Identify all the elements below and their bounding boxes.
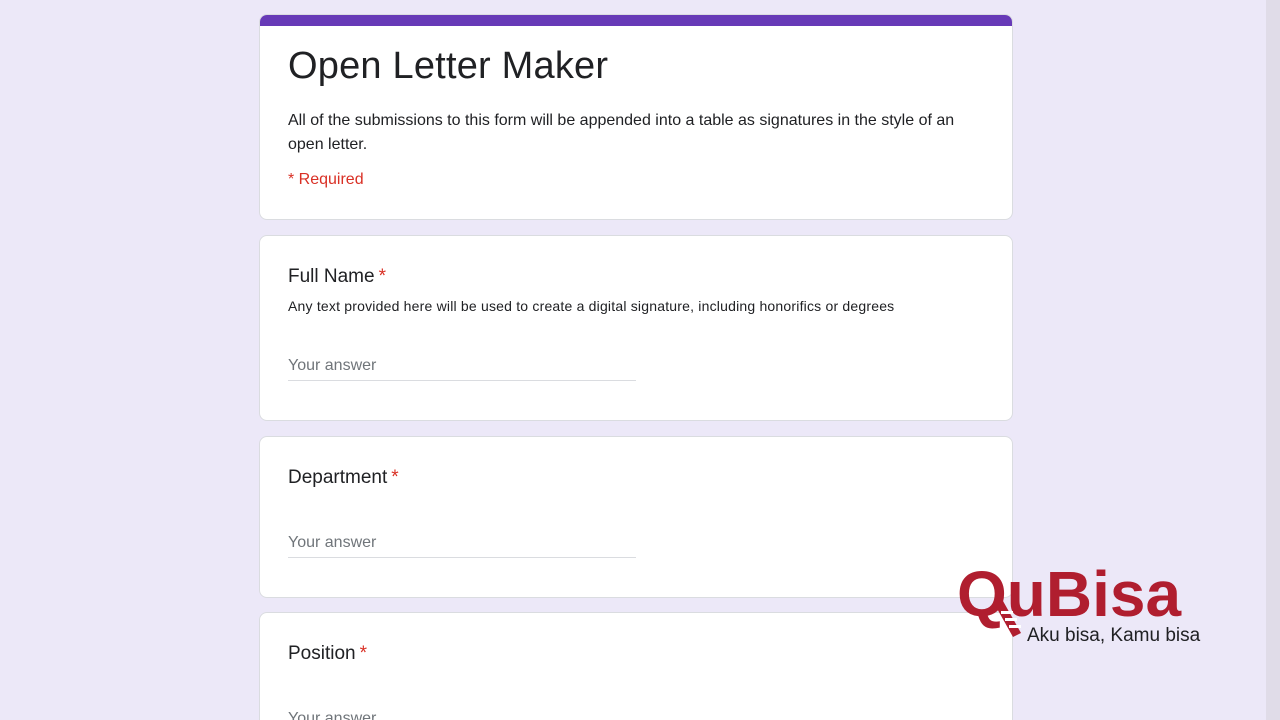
question-title: Position * — [288, 643, 367, 665]
question-label: Full Name — [288, 266, 375, 287]
form-description: All of the submissions to this form will… — [288, 112, 955, 153]
required-note: * Required — [288, 171, 364, 188]
full-name-input[interactable] — [288, 352, 636, 381]
question-card-position: Position * — [259, 612, 1013, 720]
question-title: Full Name * — [288, 266, 386, 288]
question-label: Position — [288, 643, 356, 664]
scrollbar-track[interactable] — [1266, 0, 1280, 720]
form-title: Open Letter Maker — [288, 45, 609, 87]
question-help-text: Any text provided here will be used to c… — [288, 298, 895, 314]
question-card-full-name: Full Name * Any text provided here will b… — [259, 235, 1013, 421]
department-input[interactable] — [288, 529, 636, 558]
header-accent-bar — [260, 15, 1012, 26]
question-label: Department — [288, 467, 388, 488]
form-header-card: Open Letter Maker All of the submissions… — [259, 14, 1013, 220]
required-asterisk: * — [391, 467, 399, 488]
required-asterisk: * — [359, 643, 368, 664]
question-title: Department * — [288, 467, 399, 489]
position-input[interactable] — [288, 705, 636, 720]
required-asterisk: * — [378, 266, 386, 287]
qubisa-logo: QuBisa Aku bisa, Kamu bisa — [957, 558, 1201, 646]
logo-tagline: Aku bisa, Kamu bisa — [1027, 625, 1201, 646]
form-page: Open Letter Maker All of the submissions… — [0, 0, 1280, 720]
logo-brand-text: QuBisa — [957, 558, 1181, 630]
question-card-department: Department * — [259, 436, 1013, 598]
